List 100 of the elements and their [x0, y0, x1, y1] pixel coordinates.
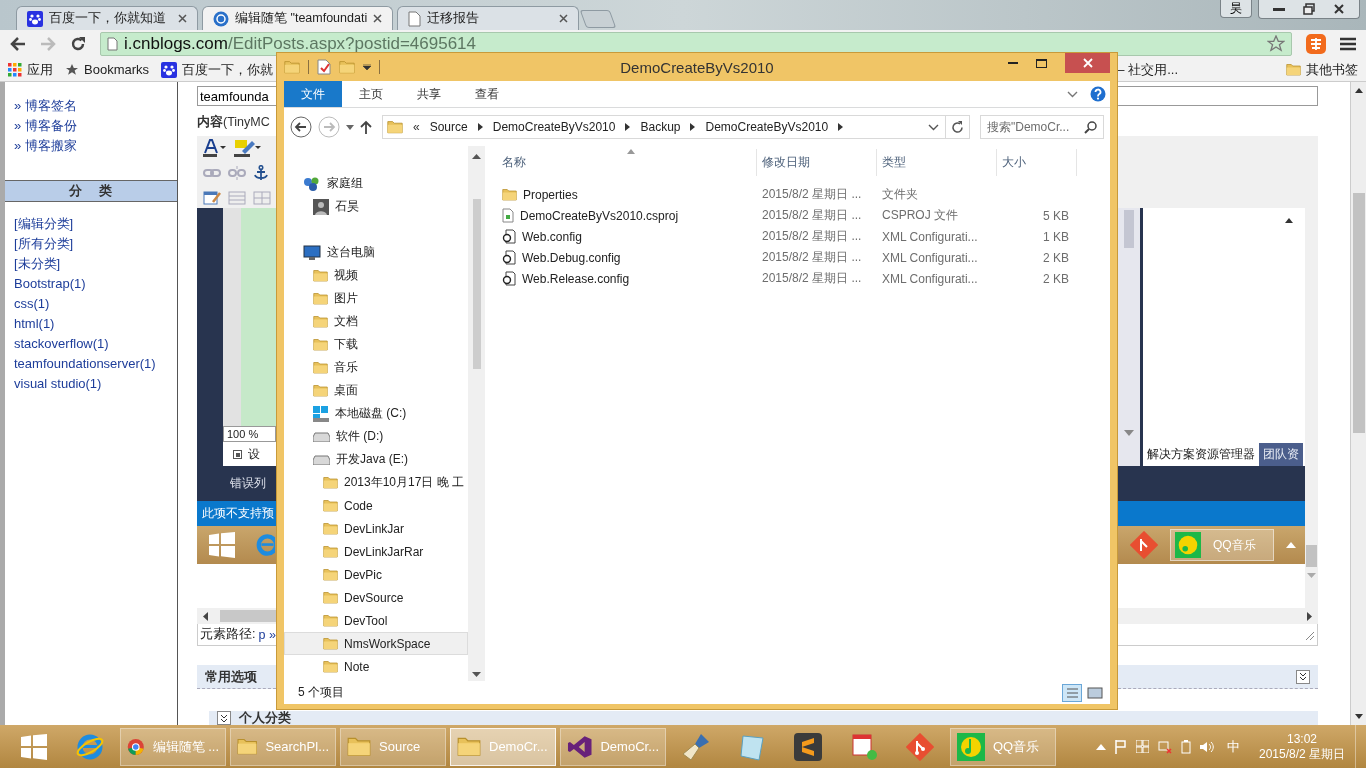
- nav-tree-item[interactable]: Code: [284, 494, 468, 517]
- breadcrumb[interactable]: Backup: [640, 120, 681, 134]
- ribbon-tab[interactable]: 查看: [458, 81, 516, 107]
- nav-tree-item[interactable]: 图片: [284, 287, 468, 310]
- browser-tab[interactable]: 编辑随笔 "teamfoundati: [202, 6, 394, 30]
- options-panel[interactable]: 常用选项: [197, 665, 276, 689]
- star-icon[interactable]: [1267, 35, 1285, 53]
- back-icon[interactable]: [290, 116, 312, 138]
- close-icon[interactable]: [1333, 3, 1345, 15]
- category-link[interactable]: [所有分类]: [14, 234, 177, 254]
- up-arrow-icon[interactable]: [472, 154, 481, 159]
- properties-icon[interactable]: [317, 59, 331, 75]
- volume-icon[interactable]: [1199, 740, 1214, 753]
- category-link[interactable]: html(1): [14, 314, 177, 334]
- other-bookmarks[interactable]: 其他书签: [1286, 60, 1358, 79]
- down-arrow-icon[interactable]: [1354, 714, 1363, 719]
- dropdown-icon[interactable]: [363, 64, 371, 70]
- sidebar-link[interactable]: » 博客搬家: [14, 136, 177, 156]
- chevron-down-icon[interactable]: [1067, 90, 1078, 98]
- network-icon[interactable]: [1157, 739, 1172, 754]
- help-icon[interactable]: [1090, 86, 1106, 102]
- close-icon[interactable]: [559, 14, 569, 23]
- menu-icon[interactable]: [1340, 37, 1356, 51]
- minimize-icon[interactable]: [1273, 6, 1285, 12]
- ribbon-tab[interactable]: 文件: [284, 81, 342, 107]
- column-header[interactable]: 名称: [497, 149, 757, 176]
- column-header[interactable]: 大小: [997, 149, 1077, 176]
- category-link[interactable]: stackoverflow(1): [14, 334, 177, 354]
- scrollbar[interactable]: [468, 146, 485, 681]
- extension-icon[interactable]: [1306, 34, 1326, 54]
- highlight-icon[interactable]: [234, 138, 262, 157]
- nav-tree-item[interactable]: 石昊: [284, 195, 468, 218]
- browser-tab[interactable]: 迁移报告: [397, 6, 580, 30]
- search-field[interactable]: 搜索"DemoCr...: [980, 115, 1104, 139]
- address-field[interactable]: « Source DemoCreateByVs2010 Backup DemoCreateByVs2010: [382, 115, 946, 139]
- column-header[interactable]: 类型: [877, 149, 997, 176]
- file-row[interactable]: Web.Release.config 2015/8/2 星期日 ... XML Configurati... 2 KB: [497, 268, 1110, 289]
- file-row[interactable]: Web.Debug.config 2015/8/2 星期日 ... XML Configurati... 2 KB: [497, 247, 1110, 268]
- back-icon[interactable]: [10, 37, 26, 51]
- maximize-icon[interactable]: [1036, 58, 1047, 68]
- dropdown-icon[interactable]: [346, 124, 354, 130]
- nav-tree-item[interactable]: 文档: [284, 310, 468, 333]
- up-arrow-icon[interactable]: [1354, 88, 1363, 93]
- nav-tree-item[interactable]: DevPic: [284, 563, 468, 586]
- category-link[interactable]: Bootstrap(1): [14, 274, 177, 294]
- chevron-right-icon[interactable]: [625, 123, 631, 131]
- nav-tree-item[interactable]: 下载: [284, 333, 468, 356]
- file-row[interactable]: Properties 2015/8/2 星期日 ... 文件夹: [497, 184, 1110, 205]
- file-row[interactable]: Web.config 2015/8/2 星期日 ... XML Configurati... 1 KB: [497, 226, 1110, 247]
- nav-tree-item[interactable]: 软件 (D:): [284, 425, 468, 448]
- scrollbar-thumb[interactable]: [472, 199, 481, 369]
- category-link[interactable]: [编辑分类]: [14, 214, 177, 234]
- title-field[interactable]: teamfounda: [197, 86, 276, 106]
- chevron-right-icon[interactable]: [690, 123, 696, 131]
- large-icons-view-icon[interactable]: [1086, 684, 1104, 701]
- battery-icon[interactable]: [1180, 739, 1191, 754]
- breadcrumb[interactable]: DemoCreateByVs2010: [705, 120, 829, 134]
- options-panel[interactable]: 个人分类: [209, 711, 1318, 725]
- anchor-icon[interactable]: [253, 165, 269, 181]
- category-link[interactable]: teamfoundationserver(1): [14, 354, 177, 374]
- refresh-button[interactable]: [946, 115, 970, 139]
- close-icon[interactable]: [178, 14, 187, 23]
- browser-tab[interactable]: 百度一下，你就知道: [16, 6, 198, 30]
- nav-tree-item[interactable]: 音乐: [284, 356, 468, 379]
- horizontal-scrollbar[interactable]: [197, 608, 276, 624]
- scrollbar-thumb[interactable]: [1306, 545, 1317, 567]
- nav-tree-item[interactable]: 2013年10月17日 晚 工: [284, 471, 468, 494]
- sidebar-link[interactable]: » 博客备份: [14, 116, 177, 136]
- brush-icon[interactable]: [681, 731, 711, 762]
- flag-icon[interactable]: [1114, 739, 1127, 754]
- reload-icon[interactable]: [70, 36, 86, 52]
- profile-button[interactable]: 昊: [1220, 0, 1252, 18]
- close-button[interactable]: [1065, 53, 1110, 73]
- right-arrow-icon[interactable]: [1307, 611, 1312, 621]
- category-link[interactable]: visual studio(1): [14, 374, 177, 394]
- ribbon-tab[interactable]: 共享: [400, 81, 458, 107]
- scrollbar-track[interactable]: [1118, 608, 1318, 624]
- notepad-icon[interactable]: [849, 731, 879, 762]
- page-scrollbar[interactable]: [1350, 82, 1366, 725]
- category-link[interactable]: [未分类]: [14, 254, 177, 274]
- breadcrumb[interactable]: DemoCreateByVs2010: [492, 120, 616, 134]
- breadcrumb[interactable]: Source: [429, 120, 468, 134]
- nav-tree-item[interactable]: 这台电脑: [284, 241, 468, 264]
- windows-logo-icon[interactable]: [21, 733, 47, 760]
- close-icon[interactable]: [373, 14, 383, 23]
- nav-tree-item[interactable]: 视频: [284, 264, 468, 287]
- column-header[interactable]: 修改日期: [757, 149, 877, 176]
- element-path-link[interactable]: p »: [258, 627, 276, 642]
- category-link[interactable]: css(1): [14, 294, 177, 314]
- bookmark[interactable]: 百度一下，你就: [161, 60, 274, 79]
- edit-table-icon[interactable]: [203, 190, 221, 207]
- nav-tree-item[interactable]: 开发Java (E:): [284, 448, 468, 471]
- chevron-down-icon[interactable]: [928, 123, 939, 131]
- nav-tree-item[interactable]: 家庭组: [284, 172, 468, 195]
- bookmark[interactable]: 应用: [8, 60, 53, 79]
- search-icon[interactable]: [1084, 120, 1097, 134]
- sublime-text-icon[interactable]: [794, 732, 822, 761]
- bookmark[interactable]: Bookmarks: [65, 62, 150, 77]
- nav-tree-item[interactable]: DevSource: [284, 586, 468, 609]
- font-color-icon[interactable]: [203, 138, 227, 157]
